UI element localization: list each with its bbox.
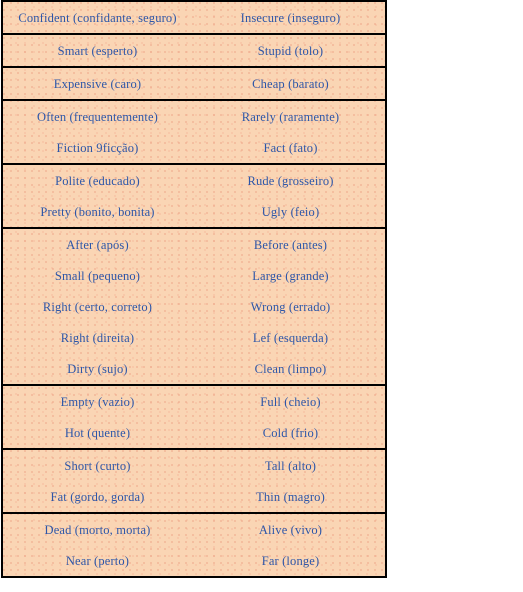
word-cell-left: Dead (morto, morta) [44,522,151,537]
opposite-group: Expensive (caro) Cheap (barato) [3,68,385,101]
table-row: Right (certo, correto) Wrong (errado) [3,291,385,322]
word-cell-right: Rude (grosseiro) [247,173,334,188]
opposite-group: Smart (esperto) Stupid (tolo) [3,35,385,68]
word-cell-right: Far (longe) [261,553,320,568]
table-row: Fat (gordo, gorda) Thin (magro) [3,481,385,512]
table-row: Pretty (bonito, bonita) Ugly (feio) [3,196,385,227]
table-row: Often (frequentemente) Rarely (raramente) [3,101,385,132]
word-cell-left: Hot (quente) [64,425,131,440]
opposite-group: Confident (confidante, seguro) Insecure (… [3,2,385,35]
word-cell-right: Stupid (tolo) [257,43,324,58]
word-cell-right: Full (cheio) [260,394,321,409]
table-row: Polite (educado) Rude (grosseiro) [3,165,385,196]
word-cell-left: Polite (educado) [55,173,140,188]
word-cell-left: Pretty (bonito, bonita) [40,204,155,219]
word-cell-right: Cheap (barato) [252,76,329,91]
word-cell-right: Ugly (feio) [261,204,320,219]
table-row: Fiction 9ficção) Fact (fato) [3,132,385,163]
table-row: After (após) Before (antes) [3,229,385,260]
word-cell-left: Near (perto) [65,553,130,568]
word-cell-right: Wrong (errado) [250,299,331,314]
word-cell-left: Small (pequeno) [54,268,141,283]
table-row: Right (direita) Lef (esquerda) [3,322,385,353]
word-cell-left: Right (direita) [60,330,135,345]
word-cell-right: Large (grande) [252,268,329,283]
opposite-group: Often (frequentemente) Rarely (raramente)… [3,101,385,165]
word-cell-right: Lef (esquerda) [252,330,329,345]
word-cell-right: Clean (limpo) [254,361,327,376]
word-cell-right: Before (antes) [253,237,328,252]
word-cell-left: Often (frequentemente) [37,109,158,124]
word-cell-right: Cold (frio) [262,425,319,440]
table-row: Empty (vazio) Full (cheio) [3,386,385,417]
table-row: Confident (confidante, seguro) Insecure (… [3,2,385,33]
table-row: Dirty (sujo) Clean (limpo) [3,353,385,384]
opposite-group: Polite (educado) Rude (grosseiro) Pretty (… [3,165,385,229]
opposite-group: Short (curto) Tall (alto) Fat (gordo, gord… [3,450,385,514]
table-row: Expensive (caro) Cheap (barato) [3,68,385,99]
word-cell-left: Confident (confidante, seguro) [18,10,177,25]
word-cell-left: Fat (gordo, gorda) [50,489,145,504]
word-cell-left: Smart (esperto) [57,43,138,58]
opposite-group: Empty (vazio) Full (cheio) Hot (quente) Col… [3,386,385,450]
opposite-group: Dead (morto, morta) Alive (vivo) Near (per… [3,514,385,576]
word-cell-right: Insecure (inseguro) [240,10,341,25]
table-row: Dead (morto, morta) Alive (vivo) [3,514,385,545]
word-cell-right: Rarely (raramente) [241,109,340,124]
word-cell-left: Short (curto) [64,458,131,473]
table-row: Hot (quente) Cold (frio) [3,417,385,448]
word-cell-right: Thin (magro) [256,489,325,504]
table-row: Short (curto) Tall (alto) [3,450,385,481]
word-cell-left: Right (certo, correto) [42,299,153,314]
table-row: Near (perto) Far (longe) [3,545,385,576]
opposites-table: Confident (confidante, seguro) Insecure (… [1,0,387,578]
table-row: Small (pequeno) Large (grande) [3,260,385,291]
word-cell-right: Alive (vivo) [258,522,323,537]
word-cell-right: Fact (fato) [263,140,318,155]
word-cell-right: Tall (alto) [264,458,317,473]
word-cell-left: Empty (vazio) [60,394,135,409]
word-cell-left: Expensive (caro) [53,76,142,91]
table-row: Smart (esperto) Stupid (tolo) [3,35,385,66]
opposite-group: After (após) Before (antes) Small (pequeno… [3,229,385,386]
word-cell-left: Dirty (sujo) [67,361,128,376]
word-cell-left: Fiction 9ficção) [56,140,139,155]
word-cell-left: After (após) [66,237,129,252]
